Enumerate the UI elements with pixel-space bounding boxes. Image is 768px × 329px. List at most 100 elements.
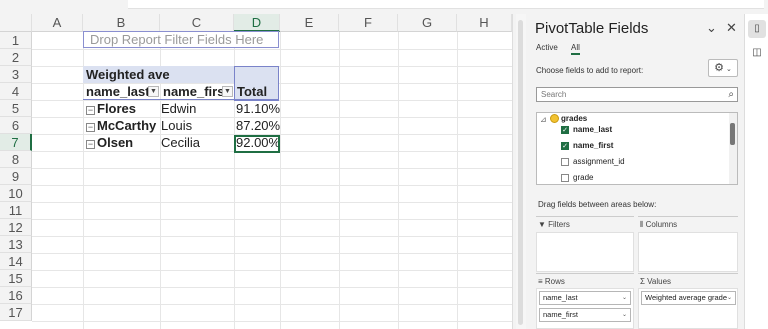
collapse-icon[interactable]: − [86,140,95,149]
collapse-icon[interactable]: − [86,123,95,132]
gridline [32,185,512,186]
field-list[interactable]: ⊿ grades ✓ name_last ✓ name_first assign… [536,112,738,185]
column-header-b[interactable]: B [83,14,160,32]
column-header-c[interactable]: C [160,14,234,32]
gridline [32,202,512,203]
row-header[interactable]: 13 [0,236,32,253]
gridline [32,304,512,305]
row-field-chip[interactable]: name_last ⌄ [539,291,631,305]
gridline [32,236,512,237]
spreadsheet-grid[interactable]: A B C D E F G H 1 2 3 4 5 6 7 8 9 10 11 … [0,14,512,329]
pivot-header-total[interactable]: Total [234,83,279,100]
pivot-row-last[interactable]: − Olsen [83,134,133,151]
row-header[interactable]: 5 [0,100,32,117]
field-name-last[interactable]: name_last [573,125,612,135]
row-header[interactable]: 14 [0,253,32,270]
column-header-g[interactable]: G [398,14,457,32]
row-header[interactable]: 10 [0,185,32,202]
scrollbar-thumb[interactable] [730,123,735,145]
table-name-grades[interactable]: grades [561,114,587,124]
area-divider [536,273,634,274]
pivot-row-total[interactable]: 87.20% [236,117,280,134]
pivot-row-last[interactable]: − Flores [83,100,136,117]
pivot-row-total[interactable]: 91.10% [236,100,280,117]
pivot-row[interactable]: − McCarthy Louis 87.20% [83,117,280,134]
field-grade[interactable]: grade [573,173,593,183]
table-icon [550,114,559,126]
row-header[interactable]: 15 [0,270,32,287]
gridline [32,270,512,271]
name-first-filter-dropdown-icon[interactable]: ▼ [222,86,233,97]
column-header-e[interactable]: E [280,14,339,32]
row-header[interactable]: 17 [0,304,32,321]
row-header[interactable]: 6 [0,117,32,134]
pane-options-chevron-icon[interactable]: ⌄ [706,20,717,36]
row-header[interactable]: 2 [0,49,32,66]
checkbox-assignment-id[interactable] [561,158,569,166]
row-header[interactable]: 1 [0,32,32,49]
column-header-h[interactable]: H [457,14,512,32]
pivot-row-last[interactable]: − McCarthy [83,117,156,134]
gridline [398,32,399,329]
row-header-selected[interactable]: 7 [0,134,32,151]
filters-drop-area[interactable] [536,232,634,272]
column-header-d[interactable]: D [234,14,280,32]
field-assignment-id[interactable]: assignment_id [573,157,625,167]
field-list-scrollbar[interactable] [729,113,737,184]
rows-icon: ≡ [538,277,545,286]
search-input[interactable]: Search ⌕ [536,87,738,102]
columns-label: Columns [645,220,678,229]
row-header[interactable]: 8 [0,151,32,168]
expand-collapse-icon[interactable]: ⊿ [540,115,547,125]
pivottable-fields-pane: PivotTable Fields ⌄ ✕ Active All Choose … [526,14,744,329]
formula-bar-area [128,0,764,9]
name-last-filter-dropdown-icon[interactable]: ▼ [148,86,159,97]
value-field-chip[interactable]: Weighted average grade ⌄ [641,291,736,305]
search-placeholder: Search [541,90,567,99]
panel-layout-icon[interactable]: ◫ [748,44,766,62]
select-all-corner[interactable] [0,14,32,32]
row-header[interactable]: 11 [0,202,32,219]
value-chip-label: Weighted average grade [645,293,728,302]
chevron-down-icon[interactable]: ⌄ [727,292,732,304]
column-header-f[interactable]: F [339,14,398,32]
checkbox-grade[interactable] [561,174,569,182]
pivot-row-first[interactable]: Cecilia [161,134,200,151]
checkbox-name-last[interactable]: ✓ [561,126,569,134]
row-field-chip[interactable]: name_first ⌄ [539,308,631,322]
row-header[interactable]: 16 [0,287,32,304]
settings-gear-button[interactable]: ⚙ ⌄ [708,59,738,77]
active-cell-d7[interactable] [234,135,280,153]
row-header[interactable]: 3 [0,66,32,83]
pivot-row-first[interactable]: Edwin [161,100,196,117]
chevron-down-icon[interactable]: ⌄ [622,309,627,321]
pivot-value-title[interactable]: Weighted ave [83,66,234,83]
field-list-toggle-icon[interactable]: ▯ [748,20,766,38]
pivot-header-name-first-label: name_first [163,84,229,99]
collapse-icon[interactable]: − [86,106,95,115]
splitter-grip[interactable] [518,20,523,325]
top-strip [0,0,768,14]
checkbox-name-first[interactable]: ✓ [561,142,569,150]
area-divider [638,216,738,217]
pivot-row-last-label: McCarthy [97,118,157,133]
chevron-down-icon[interactable]: ⌄ [622,292,627,304]
report-filter-drop-zone[interactable]: Drop Report Filter Fields Here [83,31,279,48]
pane-splitter[interactable] [516,14,526,329]
row-header[interactable]: 4 [0,83,32,100]
pivot-row-first[interactable]: Louis [161,117,192,134]
pivot-header-name-last-label: name_last [86,84,150,99]
field-name-first[interactable]: name_first [573,141,613,151]
side-toolbar: ▯ ◫ [744,14,768,329]
rows-label: Rows [544,277,565,286]
search-icon[interactable]: ⌕ [728,88,734,101]
row-header[interactable]: 9 [0,168,32,185]
row-header[interactable]: 12 [0,219,32,236]
columns-drop-area[interactable] [638,232,738,272]
tab-active[interactable]: Active [536,43,558,52]
pivot-row[interactable]: − Flores Edwin 91.10% [83,100,280,117]
column-header-a[interactable]: A [32,14,83,32]
choose-fields-label: Choose fields to add to report: [536,66,644,75]
tab-all[interactable]: All [571,43,580,55]
close-icon[interactable]: ✕ [726,20,737,36]
